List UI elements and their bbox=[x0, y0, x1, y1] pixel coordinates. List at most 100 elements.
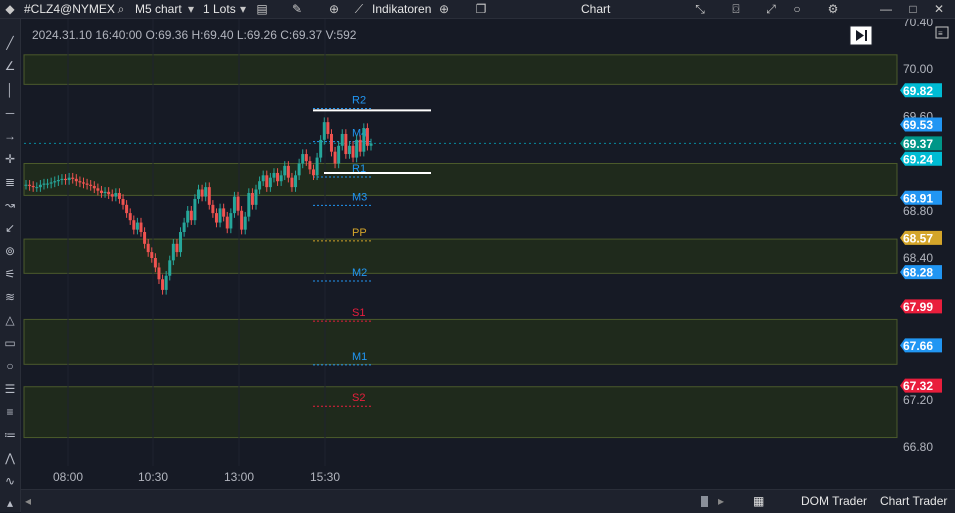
pencil-icon[interactable]: ✎ bbox=[291, 1, 303, 17]
dom-trader-button[interactable]: DOM Trader bbox=[801, 494, 867, 508]
app-logo-icon[interactable]: ◆ bbox=[2, 1, 18, 17]
collapse-icon[interactable]: ⤡ bbox=[693, 1, 707, 17]
gear-icon[interactable]: ⚙ bbox=[826, 1, 840, 17]
candle bbox=[322, 122, 326, 140]
candle bbox=[218, 208, 222, 223]
candle bbox=[250, 193, 254, 205]
levels-icon[interactable]: ☰ bbox=[2, 381, 18, 397]
candle bbox=[49, 182, 53, 184]
ellipse-icon[interactable]: ○ bbox=[2, 358, 18, 374]
curve-icon[interactable]: ↝ bbox=[2, 197, 18, 213]
price-label-text: 69.37 bbox=[903, 137, 933, 151]
scrollbar-thumb[interactable] bbox=[701, 496, 708, 507]
angle-icon[interactable]: ∠ bbox=[2, 58, 18, 74]
pivot-label: S2 bbox=[352, 392, 365, 404]
support-resistance-zone bbox=[23, 54, 898, 85]
candle bbox=[182, 222, 186, 233]
window-icon[interactable]: ❐ bbox=[474, 1, 488, 17]
time-tick-label: 13:00 bbox=[224, 470, 254, 484]
candle bbox=[168, 260, 172, 276]
candle bbox=[78, 181, 82, 183]
candle bbox=[96, 188, 100, 191]
candle bbox=[139, 222, 143, 233]
candle bbox=[290, 177, 294, 188]
expand-icon[interactable]: ⤢ bbox=[764, 1, 778, 17]
candle bbox=[146, 243, 150, 253]
order-icon[interactable]: ▤ bbox=[255, 1, 269, 17]
ray-icon[interactable]: → bbox=[2, 128, 18, 144]
vertical-line-icon[interactable]: │ bbox=[2, 82, 18, 98]
price-label-text: 69.82 bbox=[903, 84, 933, 98]
price-label-text: 67.66 bbox=[903, 339, 933, 353]
elliott-icon[interactable]: ∿ bbox=[2, 473, 18, 489]
candle bbox=[308, 161, 312, 170]
arrow-icon[interactable]: ↙ bbox=[2, 220, 18, 236]
candle bbox=[297, 163, 301, 176]
camera-icon[interactable]: ⌼ bbox=[729, 1, 743, 17]
candle bbox=[28, 184, 32, 186]
candle bbox=[340, 133, 344, 146]
collapse-tools-icon[interactable]: ▴ bbox=[2, 495, 18, 511]
pivot-label: M2 bbox=[352, 267, 367, 279]
candle bbox=[107, 191, 111, 195]
volume-profile-icon[interactable]: ≔ bbox=[2, 427, 18, 443]
scroll-right-icon[interactable]: ▸ bbox=[718, 494, 724, 508]
fib-icon[interactable]: ≋ bbox=[2, 289, 18, 305]
candle bbox=[362, 128, 366, 152]
rectangle-icon[interactable]: ▭ bbox=[2, 335, 18, 351]
candle bbox=[150, 252, 154, 258]
wave-icon[interactable]: ⋀ bbox=[2, 450, 18, 466]
scroll-to-end-button[interactable] bbox=[849, 25, 873, 46]
calendar-icon[interactable]: ▦ bbox=[753, 494, 764, 508]
candle bbox=[236, 196, 240, 211]
price-tick-label: 68.80 bbox=[903, 204, 933, 218]
candle bbox=[128, 213, 132, 221]
indicator-icon[interactable]: ⟋ bbox=[352, 1, 366, 17]
circle-icon[interactable]: ○ bbox=[790, 1, 804, 17]
cross-icon[interactable]: ✛ bbox=[2, 151, 18, 167]
candle bbox=[229, 213, 233, 229]
magnet-icon[interactable]: ⊚ bbox=[2, 243, 18, 259]
chart-trader-button[interactable]: Chart Trader bbox=[880, 494, 947, 508]
candle bbox=[200, 189, 204, 197]
ruler-icon[interactable]: ⚟ bbox=[2, 266, 18, 282]
zoom-icon[interactable]: ⊕ bbox=[327, 1, 341, 17]
pivot-label: S1 bbox=[352, 307, 365, 319]
timeframe-selector[interactable]: M5 chart bbox=[135, 1, 182, 17]
window-title: Chart bbox=[581, 2, 611, 16]
time-tick-label: 15:30 bbox=[310, 470, 340, 484]
lots-selector[interactable]: 1 Lots bbox=[203, 1, 236, 17]
maximize-icon[interactable]: □ bbox=[906, 1, 920, 17]
candle bbox=[279, 175, 283, 182]
chevron-down-icon[interactable]: ▾ bbox=[238, 1, 248, 17]
price-chart[interactable]: R2M4R1M3PPM2S1M1S2 70.4070.0069.6068.806… bbox=[21, 15, 955, 489]
candle bbox=[240, 210, 244, 230]
close-icon[interactable]: ✕ bbox=[932, 1, 946, 17]
price-tick-label: 68.40 bbox=[903, 251, 933, 265]
search-icon[interactable]: ⌕ bbox=[114, 1, 128, 17]
crosshair-icon[interactable]: ⊕ bbox=[437, 1, 451, 17]
minimize-icon[interactable]: — bbox=[879, 1, 893, 17]
chevron-down-icon[interactable]: ▾ bbox=[186, 1, 196, 17]
candle bbox=[171, 243, 175, 261]
top-toolbar: ◆ #CLZ4@NYMEX ⌕ M5 chart ▾ 1 Lots ▾ ▤ ✎ … bbox=[0, 0, 955, 19]
candle bbox=[164, 275, 168, 290]
trendline-icon[interactable]: ╱ bbox=[2, 35, 18, 51]
candle bbox=[261, 175, 265, 182]
candle bbox=[89, 184, 93, 186]
time-tick-label: 08:00 bbox=[53, 470, 83, 484]
indicators-button[interactable]: Indikatoren bbox=[372, 1, 431, 17]
symbol-selector[interactable]: #CLZ4@NYMEX bbox=[24, 1, 115, 17]
gann-icon[interactable]: ≡ bbox=[2, 404, 18, 420]
candle bbox=[135, 222, 139, 230]
candle bbox=[254, 189, 258, 205]
scroll-left-icon[interactable]: ◂ bbox=[25, 494, 31, 508]
chart-area[interactable]: R2 M4 R1 M3 PP M2 S1 M1 S2 70.40 70.00 69.60 68.80 6… bbox=[21, 15, 955, 489]
triangle-icon[interactable]: △ bbox=[2, 312, 18, 328]
horizontal-line-icon[interactable]: ─ bbox=[2, 105, 18, 121]
candle bbox=[333, 151, 337, 164]
channel-icon[interactable]: ≣ bbox=[2, 174, 18, 190]
price-tick-label: 66.80 bbox=[903, 440, 933, 454]
candle bbox=[175, 243, 179, 253]
candle bbox=[204, 187, 208, 197]
